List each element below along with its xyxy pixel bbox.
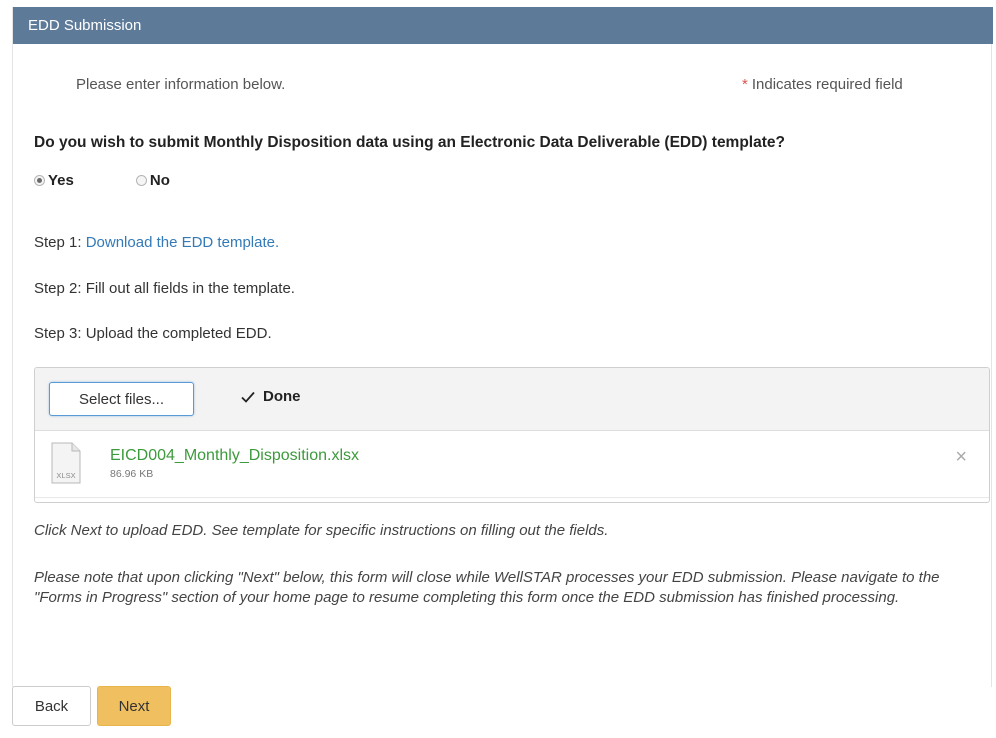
- file-icon-label: XLSX: [56, 471, 75, 480]
- radio-no[interactable]: No: [135, 172, 170, 189]
- radio-yes-indicator[interactable]: [34, 175, 45, 186]
- step-1-prefix: Step 1:: [34, 234, 86, 251]
- intro-text: Please enter information below.: [76, 76, 286, 93]
- uploaded-file-row: XLSX EICD004_Monthly_Disposition.xlsx 86…: [35, 431, 989, 498]
- required-field-note: * Indicates required field: [742, 76, 903, 93]
- uploaded-file-size: 86.96 KB: [110, 468, 154, 480]
- radio-yes-label: Yes: [48, 172, 74, 189]
- processing-note: Please note that upon clicking "Next" be…: [34, 569, 940, 606]
- page: EDD Submission Please enter information …: [0, 0, 996, 738]
- upload-toolbar: Select files... Done: [35, 368, 989, 431]
- check-icon: [241, 391, 255, 403]
- back-button[interactable]: Back: [12, 686, 91, 726]
- edd-radio-group: Yes No: [34, 172, 232, 189]
- file-upload-widget: Select files... Done XLSX EICD004_Monthl…: [34, 367, 990, 503]
- step-3: Step 3: Upload the completed EDD.: [34, 325, 272, 342]
- uploaded-file-name: EICD004_Monthly_Disposition.xlsx: [110, 447, 359, 464]
- panel-title: EDD Submission: [13, 7, 993, 44]
- xlsx-file-icon: XLSX: [51, 442, 81, 484]
- required-asterisk: *: [742, 76, 748, 93]
- step-2: Step 2: Fill out all fields in the templ…: [34, 280, 295, 297]
- download-template-link[interactable]: Download the EDD template.: [86, 234, 279, 251]
- required-note-text: Indicates required field: [751, 76, 903, 93]
- edd-question: Do you wish to submit Monthly Dispositio…: [34, 134, 785, 151]
- remove-file-button[interactable]: ×: [955, 447, 967, 467]
- radio-no-indicator[interactable]: [135, 175, 147, 186]
- next-button[interactable]: Next: [97, 686, 171, 726]
- upload-instruction-note: Click Next to upload EDD. See template f…: [34, 522, 609, 539]
- select-files-button[interactable]: Select files...: [49, 382, 194, 416]
- step-1: Step 1: Download the EDD template.: [34, 234, 279, 251]
- form-footer: Back Next: [12, 686, 171, 726]
- radio-no-label: No: [149, 172, 170, 189]
- upload-status: Done: [240, 388, 301, 405]
- upload-status-text: Done: [263, 388, 301, 405]
- radio-yes[interactable]: Yes: [34, 172, 74, 189]
